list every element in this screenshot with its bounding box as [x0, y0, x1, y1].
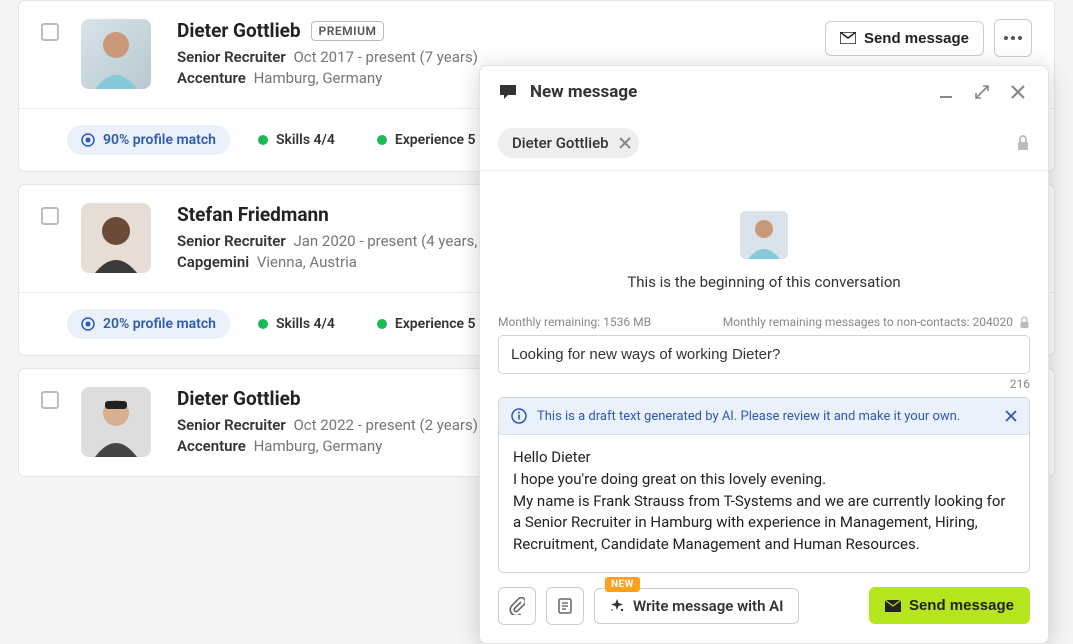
lock-icon — [1016, 135, 1030, 151]
thread-start-text: This is the beginning of this conversati… — [498, 273, 1030, 291]
message-body-box: This is a draft text generated by AI. Pl… — [498, 397, 1030, 573]
template-button[interactable] — [546, 587, 584, 625]
avatar[interactable] — [81, 203, 151, 273]
candidate-name[interactable]: Dieter Gottlieb — [177, 387, 301, 410]
avatar[interactable] — [81, 387, 151, 457]
select-checkbox[interactable] — [41, 23, 59, 41]
sparkle-icon — [609, 598, 625, 614]
status-dot — [258, 319, 268, 329]
company-text: Accenture — [177, 69, 246, 87]
expand-icon — [975, 85, 989, 99]
close-icon — [1005, 410, 1017, 422]
info-icon — [511, 408, 527, 424]
envelope-icon — [885, 600, 901, 612]
dates-text: Oct 2022 - present (2 years) — [293, 416, 477, 434]
location-text: Hamburg, Germany — [254, 69, 383, 87]
avatar — [740, 211, 788, 259]
company-text: Capgemini — [177, 253, 249, 271]
location-text: Hamburg, Germany — [254, 437, 383, 455]
select-checkbox[interactable] — [41, 207, 59, 225]
avatar[interactable] — [81, 19, 151, 89]
target-icon — [81, 317, 95, 331]
candidate-name[interactable]: Stefan Friedmann — [177, 203, 329, 226]
skills-pill[interactable]: Skills 4/4 — [244, 309, 349, 339]
write-with-ai-button[interactable]: NEW Write message with AI — [594, 588, 799, 624]
recipient-chip[interactable]: Dieter Gottlieb — [498, 128, 639, 158]
role-text: Senior Recruiter — [177, 416, 286, 434]
role-text: Senior Recruiter — [177, 232, 286, 250]
minimize-button[interactable] — [934, 80, 958, 104]
company-text: Accenture — [177, 437, 246, 455]
close-button[interactable] — [1006, 80, 1030, 104]
more-icon — [1004, 36, 1022, 40]
close-icon — [1011, 85, 1025, 99]
candidate-name[interactable]: Dieter Gottlieb — [177, 19, 301, 42]
attach-button[interactable] — [498, 587, 536, 625]
remove-recipient-button[interactable] — [619, 137, 631, 149]
status-dot — [258, 135, 268, 145]
minimize-icon — [939, 85, 953, 99]
subject-input[interactable] — [498, 335, 1030, 374]
dates-text: Oct 2017 - present (7 years) — [293, 48, 477, 66]
skills-pill[interactable]: Skills 4/4 — [244, 125, 349, 155]
location-text: Vienna, Austria — [257, 253, 357, 271]
lock-icon — [1019, 316, 1030, 329]
quota-left-text: Monthly remaining: 1536 MB — [498, 315, 651, 329]
chat-icon — [498, 83, 518, 101]
send-button[interactable]: Send message — [869, 587, 1030, 624]
ai-draft-banner: This is a draft text generated by AI. Pl… — [499, 398, 1029, 435]
envelope-icon — [840, 32, 856, 44]
more-button[interactable] — [994, 19, 1032, 57]
premium-badge: PREMIUM — [311, 21, 385, 41]
profile-match-pill[interactable]: 90% profile match — [67, 125, 230, 155]
new-badge: NEW — [605, 577, 640, 592]
send-message-button[interactable]: Send message — [825, 21, 984, 56]
composer-title: New message — [530, 82, 922, 102]
target-icon — [81, 133, 95, 147]
role-text: Senior Recruiter — [177, 48, 286, 66]
select-checkbox[interactable] — [41, 391, 59, 409]
message-body-textarea[interactable]: Hello Dieter I hope you're doing great o… — [499, 435, 1029, 572]
profile-match-pill[interactable]: 20% profile match — [67, 309, 230, 339]
char-counter: 216 — [480, 374, 1048, 397]
expand-button[interactable] — [970, 80, 994, 104]
dismiss-banner-button[interactable] — [1005, 410, 1017, 422]
status-dot — [377, 319, 387, 329]
quota-right-text: Monthly remaining messages to non-contac… — [723, 315, 1013, 329]
document-icon — [558, 598, 572, 614]
paperclip-icon — [509, 597, 525, 615]
new-message-panel: New message Dieter Gottlieb This is the … — [479, 65, 1049, 644]
close-icon — [619, 137, 631, 149]
status-dot — [377, 135, 387, 145]
